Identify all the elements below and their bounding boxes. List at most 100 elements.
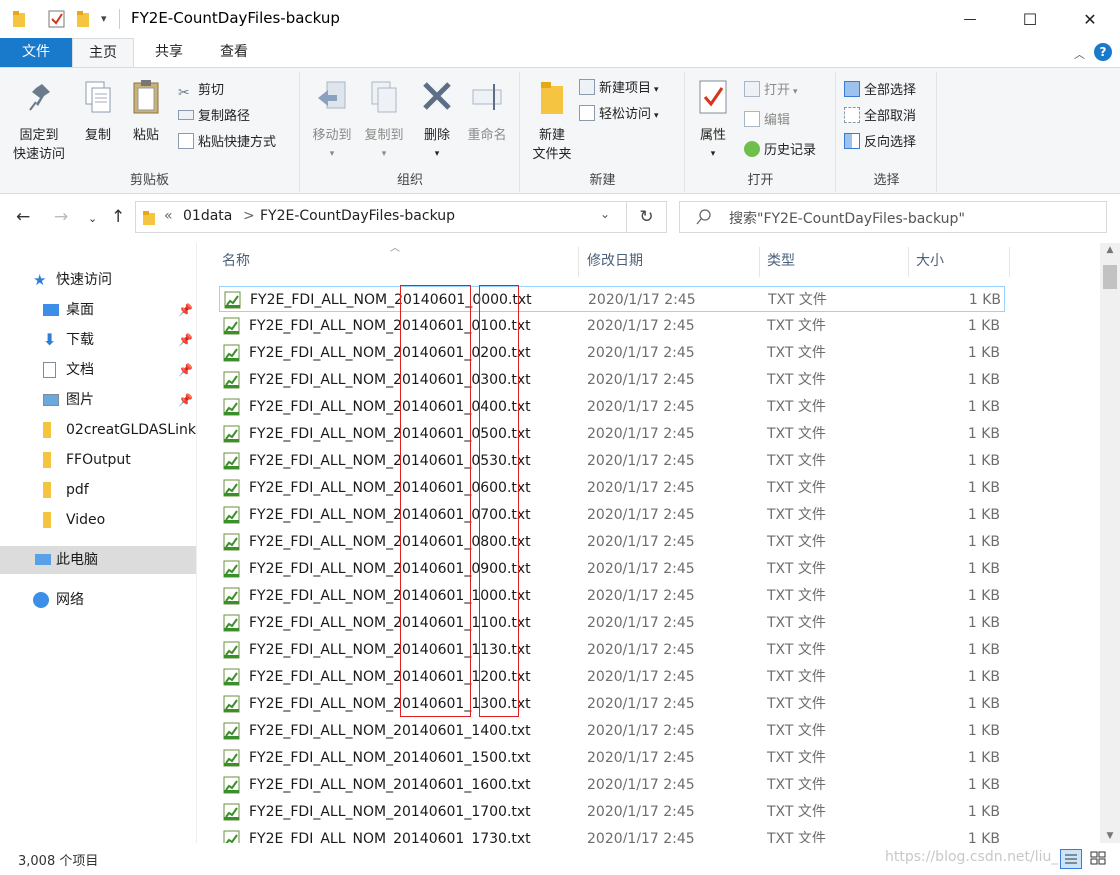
file-row[interactable]: FY2E_FDI_ALL_NOM_20140601_0000.txt 2020/1… [219, 286, 1005, 312]
file-row[interactable]: FY2E_FDI_ALL_NOM_20140601_0900.txt 2020/1… [219, 556, 1005, 582]
file-row[interactable]: FY2E_FDI_ALL_NOM_20140601_0400.txt 2020/1… [219, 394, 1005, 420]
network-icon [33, 592, 49, 608]
breadcrumb-01data[interactable]: 01data [183, 208, 232, 224]
file-row[interactable]: FY2E_FDI_ALL_NOM_20140601_1730.txt 2020/1… [219, 826, 1005, 843]
breadcrumb-current-folder[interactable]: FY2E-CountDayFiles-backup [260, 208, 455, 224]
scroll-down-icon[interactable]: ▼ [1100, 831, 1120, 841]
search-box[interactable]: 搜索"FY2E-CountDayFiles-backup" [679, 201, 1107, 233]
sidebar-item-video[interactable]: Video [0, 506, 196, 534]
sidebar-item-pictures[interactable]: 图片 📌 [0, 386, 196, 414]
properties-button[interactable]: 属性 ▾ [690, 78, 736, 164]
recent-locations-chevron-icon[interactable]: ⌄ [88, 212, 97, 225]
history-button[interactable]: 历史记录 [744, 140, 816, 162]
sidebar-item-downloads[interactable]: ⬇ 下载 📌 [0, 326, 196, 354]
file-row[interactable]: FY2E_FDI_ALL_NOM_20140601_1600.txt 2020/1… [219, 772, 1005, 798]
sidebar-item-02creatgldaslink[interactable]: 02creatGLDASLink [0, 416, 196, 444]
file-row[interactable]: FY2E_FDI_ALL_NOM_20140601_0200.txt 2020/1… [219, 340, 1005, 366]
invert-selection-button[interactable]: 反向选择 [844, 132, 916, 154]
delete-label: 删除 [423, 128, 450, 143]
file-row[interactable]: FY2E_FDI_ALL_NOM_20140601_1300.txt 2020/1… [219, 691, 1005, 717]
sidebar-item-ffoutput[interactable]: FFOutput [0, 446, 196, 474]
sidebar-item-network[interactable]: 网络 [0, 586, 196, 614]
paste-button[interactable]: 粘贴 [126, 78, 166, 145]
sidebar-item-documents[interactable]: 文档 📌 [0, 356, 196, 384]
select-all-icon [844, 81, 860, 97]
file-row[interactable]: FY2E_FDI_ALL_NOM_20140601_1400.txt 2020/1… [219, 718, 1005, 744]
large-icons-view-button[interactable] [1088, 849, 1110, 869]
column-header-name[interactable]: 名称 [222, 243, 250, 279]
rename-button[interactable]: 重命名 [461, 78, 513, 145]
pin-icon[interactable]: 📌 [178, 326, 193, 354]
file-row[interactable]: FY2E_FDI_ALL_NOM_20140601_1100.txt 2020/1… [219, 610, 1005, 636]
column-separator[interactable] [908, 247, 909, 277]
up-arrow-icon[interactable]: ↑ [111, 207, 125, 227]
pin-to-quick-access-button[interactable]: 固定到 快速访问 [8, 78, 70, 164]
file-row[interactable]: FY2E_FDI_ALL_NOM_20140601_0100.txt 2020/1… [219, 313, 1005, 339]
details-view-button[interactable] [1060, 849, 1082, 869]
properties-check-icon[interactable] [48, 10, 66, 28]
file-row[interactable]: FY2E_FDI_ALL_NOM_20140601_0500.txt 2020/1… [219, 421, 1005, 447]
column-header-type[interactable]: 类型 [767, 243, 795, 279]
pin-icon[interactable]: 📌 [178, 356, 193, 384]
open-button[interactable]: 打开 ▾ [744, 80, 798, 102]
copy-button[interactable]: 复制 [78, 78, 118, 145]
file-modified-date: 2020/1/17 2:45 [587, 453, 695, 469]
file-row[interactable]: FY2E_FDI_ALL_NOM_20140601_1000.txt 2020/1… [219, 583, 1005, 609]
tab-share[interactable]: 共享 [138, 38, 200, 67]
file-row[interactable]: FY2E_FDI_ALL_NOM_20140601_1700.txt 2020/1… [219, 799, 1005, 825]
maximize-button[interactable]: ☐ [1007, 0, 1053, 38]
new-folder-button[interactable]: 新建 文件夹 [525, 78, 579, 164]
delete-button[interactable]: 删除 ▾ [417, 78, 457, 164]
column-separator[interactable] [759, 247, 760, 277]
collapse-ribbon-icon[interactable]: ︿ [1074, 46, 1085, 62]
address-bar[interactable]: « 01data > FY2E-CountDayFiles-backup ⌄ ↻ [135, 201, 667, 233]
new-folder-icon[interactable] [76, 10, 90, 28]
column-header-date[interactable]: 修改日期 [587, 243, 643, 279]
quick-access-toolbar-dropdown[interactable]: ▾ [101, 12, 107, 30]
tab-view[interactable]: 查看 [203, 38, 265, 67]
edit-button[interactable]: 编辑 [744, 110, 790, 132]
file-row[interactable]: FY2E_FDI_ALL_NOM_20140601_0530.txt 2020/1… [219, 448, 1005, 474]
tab-file[interactable]: 文件 [0, 38, 72, 67]
copy-to-button[interactable]: 复制到 ▾ [357, 78, 411, 164]
easy-access-button[interactable]: 轻松访问 ▾ [579, 104, 659, 126]
file-row[interactable]: FY2E_FDI_ALL_NOM_20140601_1500.txt 2020/1… [219, 745, 1005, 771]
tab-home[interactable]: 主页 [72, 38, 134, 67]
back-arrow-icon[interactable]: ← [16, 207, 30, 227]
column-header-size[interactable]: 大小 [916, 243, 944, 279]
file-row[interactable]: FY2E_FDI_ALL_NOM_20140601_0300.txt 2020/1… [219, 367, 1005, 393]
minimize-button[interactable]: — [947, 0, 993, 38]
new-item-button[interactable]: 新建项目 ▾ [579, 78, 659, 100]
copy-path-button[interactable]: 复制路径 [178, 106, 250, 128]
refresh-icon[interactable]: ↻ [626, 202, 666, 232]
file-row[interactable]: FY2E_FDI_ALL_NOM_20140601_1130.txt 2020/1… [219, 637, 1005, 663]
help-icon[interactable]: ? [1094, 43, 1112, 61]
address-dropdown-icon[interactable]: ⌄ [600, 207, 610, 221]
minimize-icon: — [963, 11, 977, 27]
file-row[interactable]: FY2E_FDI_ALL_NOM_20140601_0800.txt 2020/1… [219, 529, 1005, 555]
vertical-scrollbar[interactable]: ▲ ▼ [1100, 243, 1120, 843]
close-button[interactable]: ✕ [1067, 0, 1113, 38]
sidebar-item-this-pc[interactable]: 此电脑 [0, 546, 196, 574]
scroll-thumb[interactable] [1103, 265, 1117, 289]
breadcrumb-overflow[interactable]: « [164, 208, 173, 224]
paste-shortcut-button[interactable]: 粘贴快捷方式 [178, 132, 276, 154]
select-none-button[interactable]: 全部取消 [844, 106, 916, 128]
sidebar-item-desktop[interactable]: 桌面 📌 [0, 296, 196, 324]
file-row[interactable]: FY2E_FDI_ALL_NOM_20140601_0600.txt 2020/1… [219, 475, 1005, 501]
move-to-button[interactable]: 移动到 ▾ [305, 78, 359, 164]
pin-icon[interactable]: 📌 [178, 296, 193, 324]
cut-button[interactable]: ✂ 剪切 [178, 80, 224, 102]
file-row[interactable]: FY2E_FDI_ALL_NOM_20140601_1200.txt 2020/1… [219, 664, 1005, 690]
pin-icon[interactable]: 📌 [178, 386, 193, 414]
sidebar-item-quick-access[interactable]: ★ 快速访问 [0, 266, 196, 294]
forward-arrow-icon[interactable]: → [54, 207, 68, 227]
select-all-button[interactable]: 全部选择 [844, 80, 916, 102]
column-separator[interactable] [578, 247, 579, 277]
file-row[interactable]: FY2E_FDI_ALL_NOM_20140601_0700.txt 2020/1… [219, 502, 1005, 528]
sidebar-item-pdf[interactable]: pdf [0, 476, 196, 504]
scroll-up-icon[interactable]: ▲ [1100, 245, 1120, 255]
file-type: TXT 文件 [767, 426, 826, 442]
breadcrumb-separator[interactable]: > [243, 208, 255, 224]
column-separator[interactable] [1009, 247, 1010, 277]
